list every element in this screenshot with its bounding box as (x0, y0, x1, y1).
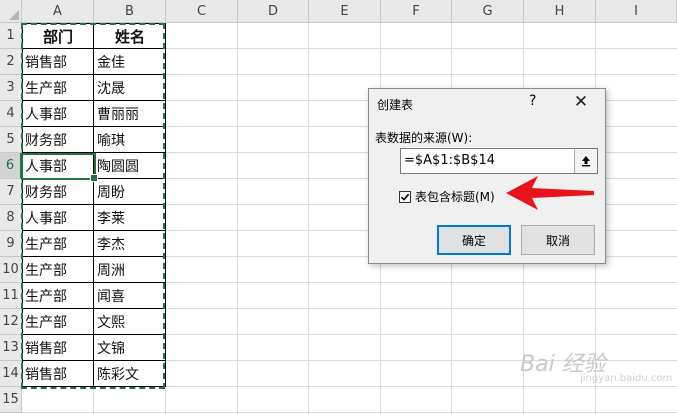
row-header-1[interactable]: 1 (0, 23, 22, 49)
gridline-vertical (237, 23, 238, 414)
row-header-2[interactable]: 2 (0, 49, 22, 75)
select-all-corner[interactable] (0, 0, 22, 23)
row-header-4[interactable]: 4 (0, 101, 22, 127)
annotation-arrow (506, 176, 594, 210)
row-header-13[interactable]: 13 (0, 335, 22, 361)
table-border-vertical (165, 23, 166, 387)
close-button[interactable]: ✕ (569, 91, 593, 113)
row-header-8[interactable]: 8 (0, 205, 22, 231)
watermark: Bai 经验 jingyan.baidu.com (520, 346, 672, 384)
row-header-9[interactable]: 9 (0, 231, 22, 257)
row-header-11[interactable]: 11 (0, 283, 22, 309)
source-range-input[interactable]: =$A$1:$B$14 (400, 148, 598, 174)
column-header-i[interactable]: I (596, 0, 677, 23)
help-button[interactable]: ? (529, 93, 536, 109)
column-header-c[interactable]: C (166, 0, 238, 23)
column-header-a[interactable]: A (22, 0, 94, 23)
column-header-e[interactable]: E (309, 0, 381, 23)
copy-marquee (21, 23, 165, 389)
cancel-button[interactable]: 取消 (521, 225, 595, 255)
column-header-g[interactable]: G (452, 0, 524, 23)
gridline-horizontal (22, 412, 677, 413)
checkmark-icon (400, 193, 410, 201)
active-cell[interactable] (21, 153, 98, 182)
column-header-h[interactable]: H (524, 0, 596, 23)
column-header-b[interactable]: B (94, 0, 166, 23)
collapse-dialog-button[interactable] (574, 149, 597, 173)
fill-handle[interactable] (90, 174, 98, 182)
source-label: 表数据的来源(W): (375, 131, 473, 145)
dialog-title: 创建表 (377, 98, 414, 112)
row-header-5[interactable]: 5 (0, 127, 22, 153)
has-headers-checkbox[interactable] (399, 190, 411, 203)
has-headers-label: 表包含标题(M) (415, 190, 495, 204)
source-range-value: =$A$1:$B$14 (404, 153, 495, 168)
ok-button[interactable]: 确定 (437, 225, 511, 255)
collapse-arrow-icon (582, 156, 590, 167)
column-header-f[interactable]: F (381, 0, 452, 23)
row-header-12[interactable]: 12 (0, 309, 22, 335)
watermark-url: jingyan.baidu.com (580, 373, 673, 384)
gridline-vertical (308, 23, 309, 414)
row-header-15[interactable]: 15 (0, 387, 22, 413)
row-header-3[interactable]: 3 (0, 75, 22, 101)
row-header-6[interactable]: 6 (0, 153, 22, 179)
column-header-d[interactable]: D (238, 0, 309, 23)
has-headers-checkbox-row[interactable]: 表包含标题(M) (399, 188, 495, 205)
row-header-7[interactable]: 7 (0, 179, 22, 205)
row-header-14[interactable]: 14 (0, 361, 22, 387)
row-header-10[interactable]: 10 (0, 257, 22, 283)
